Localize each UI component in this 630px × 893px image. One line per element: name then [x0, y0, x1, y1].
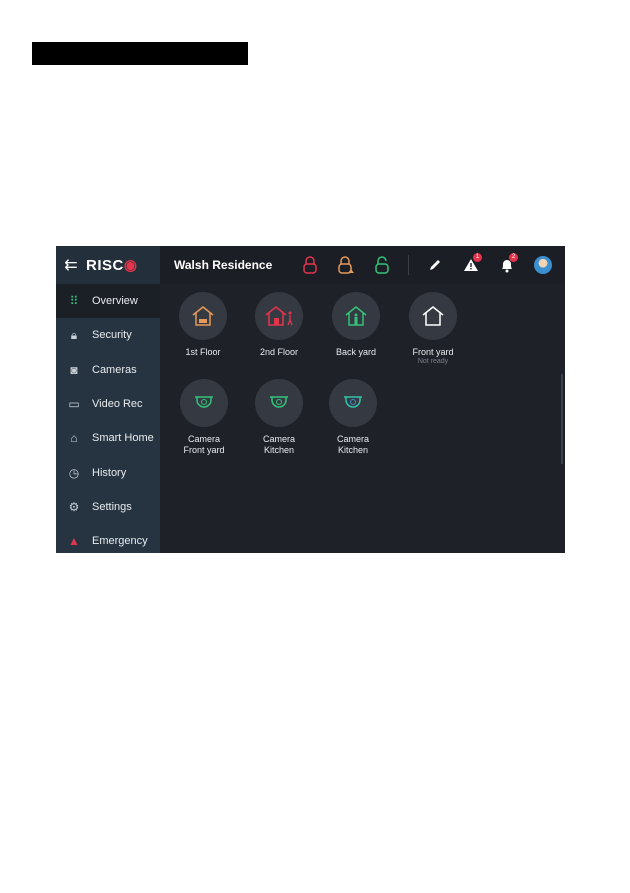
partition-tile[interactable]: 1st Floor	[165, 292, 241, 358]
gear-icon: ⚙	[68, 499, 80, 514]
sidebar-item-label: Cameras	[92, 363, 137, 376]
bell-icon[interactable]: 2	[489, 252, 525, 273]
sidebar-item-label: Emergency	[92, 535, 148, 548]
sidebar-item-settings[interactable]: ⚙ Settings	[56, 490, 160, 524]
camera-tile[interactable]: Camera Kitchen	[241, 379, 317, 456]
camera-icon	[329, 379, 377, 427]
sidebar-item-video-rec[interactable]: ▭ Video Rec	[56, 387, 160, 421]
lock-armed-icon[interactable]	[292, 256, 328, 274]
redacted-bar	[32, 42, 248, 65]
house-icon	[409, 292, 457, 340]
scrollbar[interactable]	[561, 374, 563, 464]
sidebar: ⠿ Overview 🔒︎ Security ◙ Cameras ▭ Video Rec…	[56, 284, 160, 553]
sidebar-item-label: Overview	[92, 295, 138, 308]
house-icon	[179, 292, 227, 340]
page-title: Walsh Residence	[174, 258, 273, 272]
camera-icon	[180, 379, 228, 427]
camera-icon	[255, 379, 303, 427]
alert-icon[interactable]: 1	[453, 253, 489, 272]
tile-label: Camera Kitchen	[336, 434, 369, 455]
overview-panel: 1st Floor 2nd Floor Back yard Front yard…	[160, 284, 565, 553]
sidebar-item-label: History	[92, 466, 127, 479]
siren-icon: ▲	[68, 534, 80, 549]
alerts-badge: 1	[473, 253, 482, 262]
sidebar-item-label: Security	[92, 329, 132, 342]
video-icon: ▭	[68, 397, 80, 412]
lock-icon: 🔒︎	[70, 327, 78, 342]
camera-icon: ◙	[70, 362, 78, 377]
partition-tile[interactable]: Back yard	[318, 292, 394, 358]
sidebar-item-cameras[interactable]: ◙ Cameras	[56, 353, 160, 387]
sidebar-item-label: Smart Home	[92, 432, 154, 445]
tile-label: Front yard	[412, 347, 454, 357]
app-window: ⇇ RISC◉ Walsh Residence 1 2 ⠿ Overview 🔒︎…	[56, 246, 565, 553]
house-intruder-icon	[255, 292, 303, 340]
sidebar-item-emergency[interactable]: ▲ Emergency	[56, 524, 160, 553]
history-icon: ◷	[68, 465, 80, 480]
lock-partial-icon[interactable]	[328, 256, 364, 274]
tile-status: Not ready	[417, 358, 449, 365]
sidebar-item-overview[interactable]: ⠿ Overview	[56, 284, 160, 319]
divider	[408, 255, 409, 275]
tile-label: 2nd Floor	[259, 347, 299, 357]
edit-icon[interactable]	[417, 258, 453, 272]
smart-home-icon: ⌂	[70, 431, 78, 446]
house-occupied-icon	[332, 292, 380, 340]
brand-area: ⇇ RISC◉	[56, 246, 160, 284]
logo: RISC◉	[86, 257, 138, 274]
tile-label: Back yard	[335, 347, 377, 357]
grid-icon: ⠿	[69, 294, 79, 309]
sidebar-item-security[interactable]: 🔒︎ Security	[56, 318, 160, 352]
header: ⇇ RISC◉ Walsh Residence 1 2	[56, 246, 565, 284]
tile-label: Camera Front yard	[183, 434, 225, 455]
partition-tile[interactable]: Front yard Not ready	[395, 292, 471, 366]
sidebar-item-smart-home[interactable]: ⌂ Smart Home	[56, 421, 160, 455]
avatar[interactable]	[525, 256, 561, 274]
tile-label: 1st Floor	[185, 347, 221, 357]
sidebar-item-label: Settings	[92, 500, 132, 513]
camera-tile[interactable]: Camera Kitchen	[315, 379, 391, 456]
camera-tile[interactable]: Camera Front yard	[166, 379, 242, 456]
lock-disarmed-icon[interactable]	[364, 256, 400, 274]
sidebar-item-history[interactable]: ◷ History	[56, 455, 160, 489]
tile-label: Camera Kitchen	[262, 434, 295, 455]
notifications-badge: 2	[509, 252, 518, 262]
sidebar-item-label: Video Rec	[92, 398, 143, 411]
back-arrow-icon[interactable]: ⇇	[56, 255, 86, 275]
partition-tile[interactable]: 2nd Floor	[241, 292, 317, 358]
